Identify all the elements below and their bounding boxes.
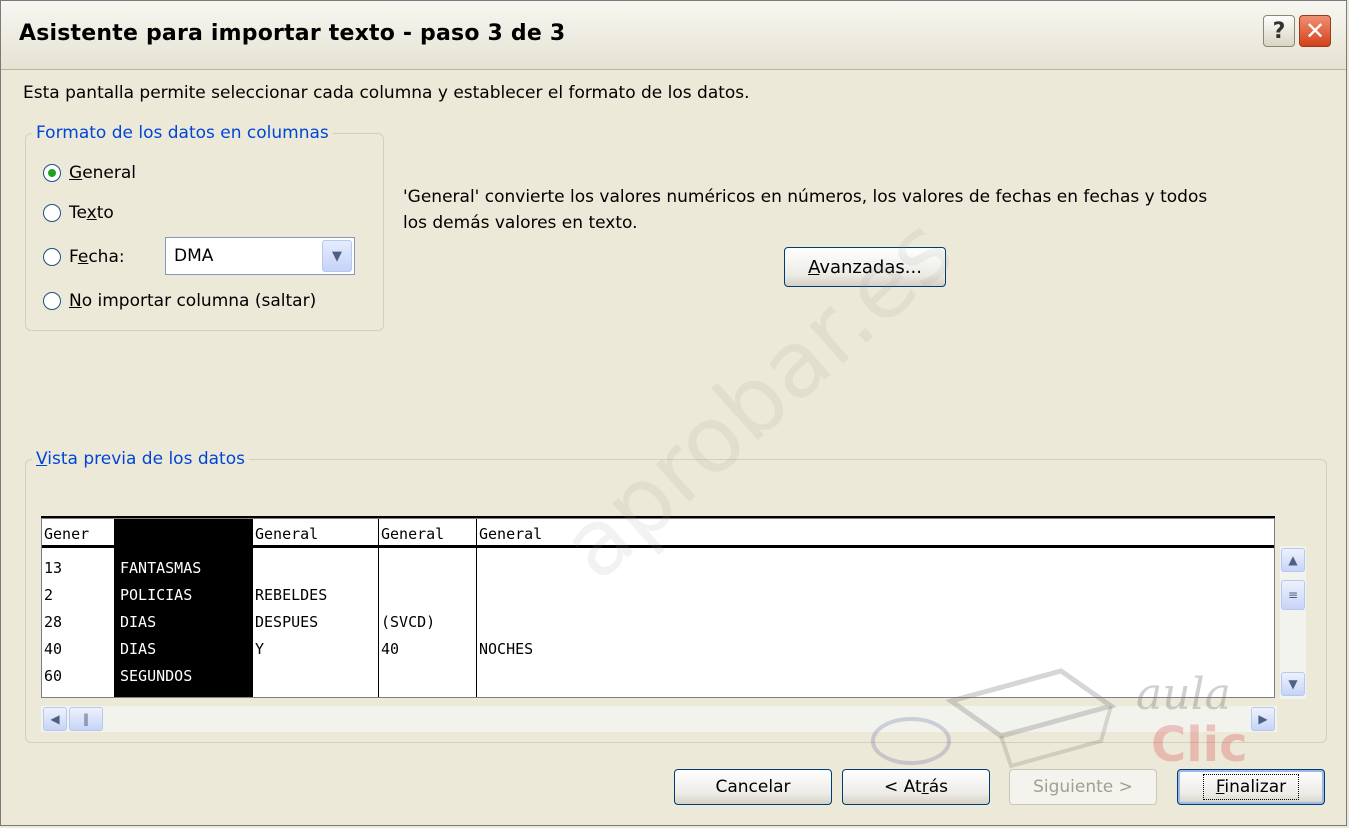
radio-skip-label: No importar columna (saltar) (69, 291, 317, 311)
radio-text[interactable]: Texto (43, 203, 114, 223)
data-preview-legend: Vista previa de los datos (36, 449, 245, 469)
intro-text: Esta pantalla permite seleccionar cada c… (23, 83, 750, 103)
scroll-right-icon[interactable]: ▶ (1251, 707, 1275, 731)
grid-cell: DIAS (120, 613, 157, 631)
header-cell[interactable]: General (255, 525, 318, 543)
grid-cell: 40 (381, 640, 400, 658)
import-wizard-dialog: Asistente para importar texto - paso 3 d… (0, 0, 1347, 826)
advanced-button-label: Avanzadas... (808, 256, 922, 278)
back-button-label: < Atrás (884, 777, 948, 797)
grid-cell: REBELDES (255, 586, 328, 604)
finish-button[interactable]: Finalizar (1177, 769, 1325, 805)
grid-cell: (SVCD) (381, 613, 436, 631)
data-preview-grid[interactable]: Gener General General General General 13… (41, 518, 1275, 698)
scroll-down-icon[interactable]: ▼ (1281, 672, 1305, 696)
dialog-title: Asistente para importar texto - paso 3 d… (19, 21, 566, 46)
radio-general-label: General (69, 163, 137, 183)
radio-general[interactable]: General (43, 163, 136, 183)
finish-button-label: Finalizar (1202, 774, 1300, 800)
advanced-button[interactable]: Avanzadas... (784, 247, 946, 287)
grid-cell: POLICIAS (120, 586, 193, 604)
column-format-legend: Formato de los datos en columnas (36, 123, 329, 143)
grid-cell: 40 (44, 640, 63, 658)
radio-text-label: Texto (69, 203, 114, 223)
scroll-left-icon[interactable]: ◀ (43, 707, 67, 731)
radio-text-indicator[interactable] (43, 204, 61, 222)
date-format-value: DMA (174, 246, 214, 266)
grid-header-row (42, 519, 1274, 548)
logo-clic: Clic (1151, 717, 1248, 773)
back-button[interactable]: < Atrás (842, 769, 990, 805)
close-button[interactable]: ✕ (1299, 15, 1331, 47)
grid-cell: Y (255, 640, 265, 658)
header-cell[interactable]: General (479, 525, 542, 543)
chevron-down-icon[interactable]: ▼ (322, 240, 352, 272)
format-description-line1: 'General' convierte los valores numérico… (403, 187, 1208, 207)
date-format-select[interactable]: DMA ▼ (165, 237, 355, 275)
grid-cell: DIAS (120, 640, 157, 658)
logo-aula: aula (1136, 669, 1231, 720)
help-button[interactable]: ? (1263, 15, 1295, 47)
header-cell[interactable]: Gener (44, 525, 89, 543)
title-bar[interactable]: Asistente para importar texto - paso 3 d… (1, 1, 1346, 70)
radio-skip-column[interactable]: No importar columna (saltar) (43, 291, 316, 311)
radio-general-indicator[interactable] (43, 164, 61, 182)
grid-cell: NOCHES (479, 640, 534, 658)
horizontal-scrollbar[interactable]: ◀ ‖ ▶ (41, 706, 1277, 732)
grid-cell: 13 (44, 559, 63, 577)
grid-cell: FANTASMAS (120, 559, 202, 577)
header-cell[interactable]: General (115, 525, 178, 543)
radio-date-indicator[interactable] (43, 248, 61, 266)
grid-cell: 28 (44, 613, 63, 631)
grid-cell: 60 (44, 667, 63, 685)
radio-skip-indicator[interactable] (43, 292, 61, 310)
scroll-thumb-grip-icon[interactable]: ≡ (1281, 580, 1305, 610)
header-cell[interactable]: General (381, 525, 444, 543)
hscroll-thumb-grip-icon[interactable]: ‖ (69, 707, 103, 731)
next-button-disabled[interactable]: Siguiente > (1009, 769, 1157, 805)
scroll-up-icon[interactable]: ▲ (1281, 548, 1305, 572)
radio-date-label: Fecha: (69, 247, 125, 267)
cancel-button[interactable]: Cancelar (674, 769, 832, 805)
grid-cell: SEGUNDOS (120, 667, 193, 685)
format-description-line2: los demás valores en texto. (403, 213, 638, 233)
grid-cell: 2 (44, 586, 54, 604)
vertical-scrollbar[interactable]: ▲ ≡ ▼ (1280, 546, 1306, 699)
grid-cell: DESPUES (255, 613, 319, 631)
radio-date[interactable]: Fecha: (43, 247, 125, 267)
